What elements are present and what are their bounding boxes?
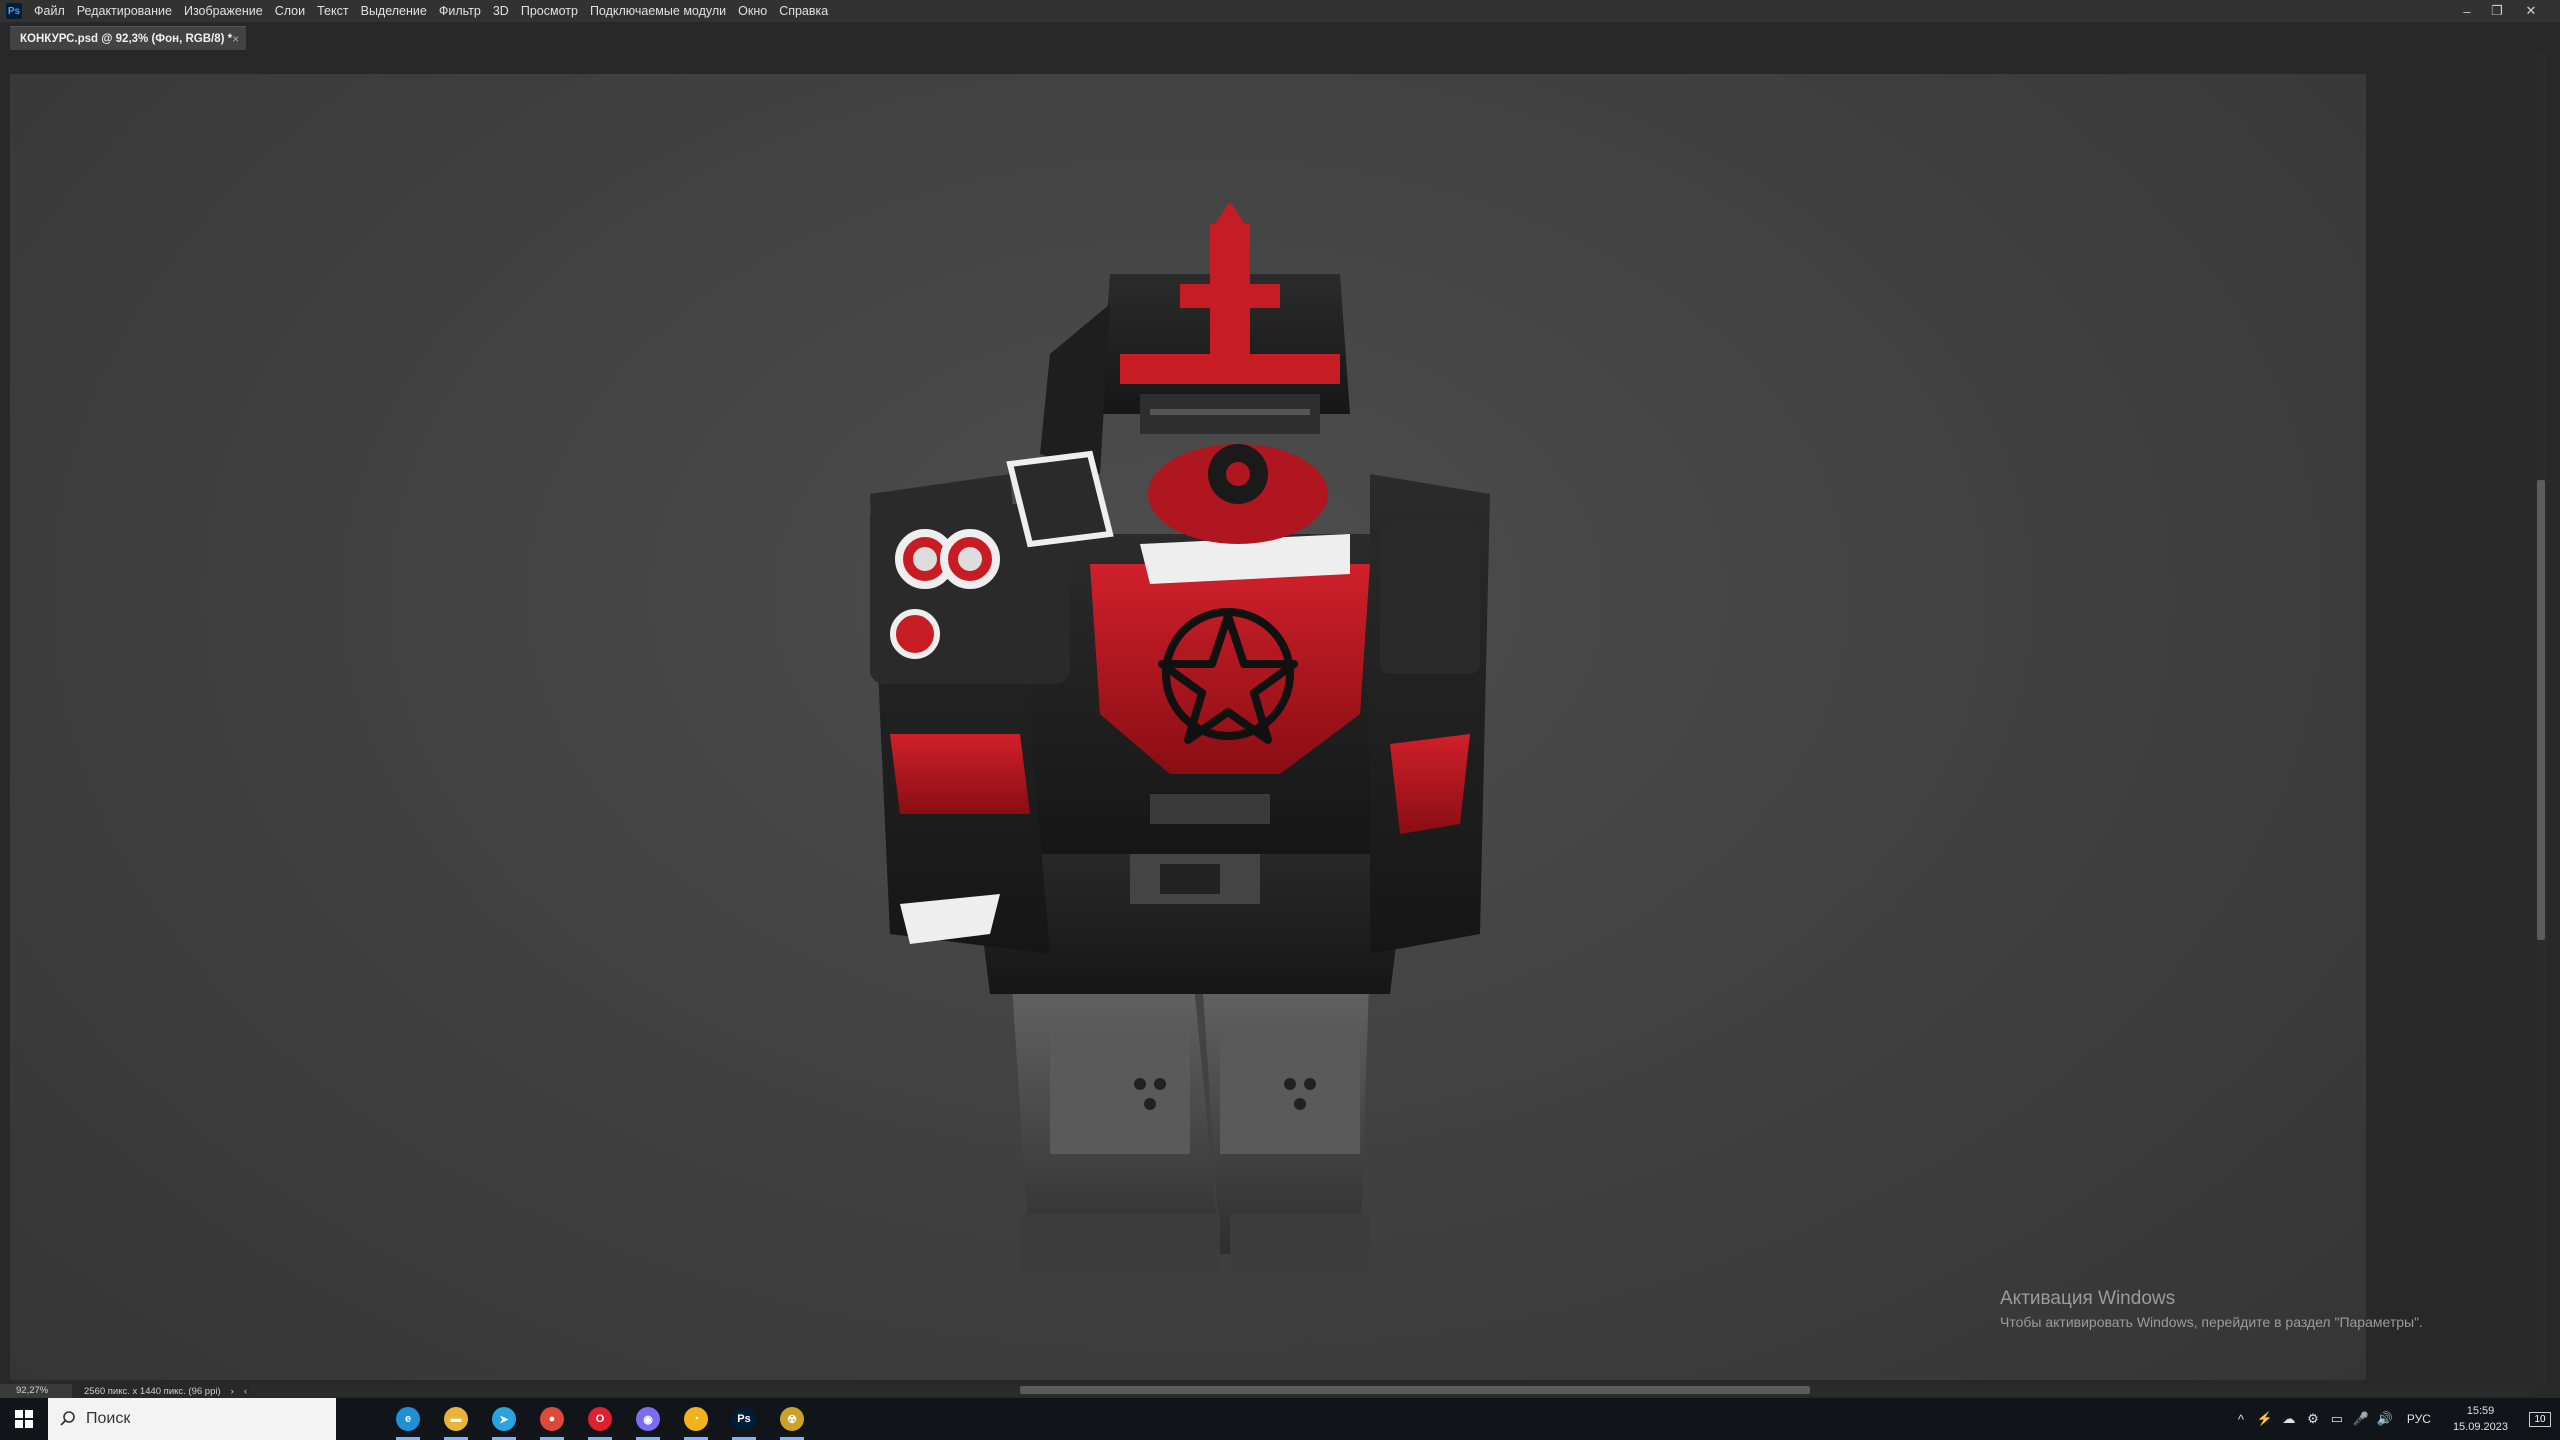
taskbar-search-box[interactable]: Поиск bbox=[48, 1398, 336, 1440]
menu-layers[interactable]: Слои bbox=[269, 0, 311, 22]
tray-overflow-icon[interactable]: ^ bbox=[2229, 1412, 2253, 1427]
tray-settings-icon[interactable]: ⚙ bbox=[2301, 1411, 2325, 1427]
close-button[interactable]: ✕ bbox=[2516, 0, 2546, 22]
taskbar-app-opera[interactable]: O bbox=[576, 1398, 624, 1440]
windows-activation-watermark: Активация Windows Чтобы активировать Win… bbox=[2000, 1288, 2423, 1330]
clock-time: 15:59 bbox=[2466, 1405, 2495, 1417]
armor-character-image bbox=[870, 202, 1490, 1274]
menu-edit[interactable]: Редактирование bbox=[71, 0, 178, 22]
menu-plugins[interactable]: Подключаемые модули bbox=[584, 0, 732, 22]
discord-icon: ◉ bbox=[636, 1407, 660, 1431]
horizontal-scrollbar-thumb[interactable] bbox=[1020, 1386, 1810, 1394]
menu-image[interactable]: Изображение bbox=[178, 0, 269, 22]
opera-icon: O bbox=[588, 1407, 612, 1431]
document-tab-label: КОНКУРС.psd @ 92,3% (Фон, RGB/8) * bbox=[20, 32, 233, 45]
language-indicator[interactable]: РУС bbox=[2397, 1412, 2441, 1426]
explorer-icon: ▬ bbox=[444, 1407, 468, 1431]
activation-title: Активация Windows bbox=[2000, 1288, 2176, 1309]
tray-power-icon[interactable]: ⚡ bbox=[2253, 1411, 2277, 1427]
start-button[interactable] bbox=[0, 1398, 48, 1440]
menu-filter[interactable]: Фильтр bbox=[433, 0, 487, 22]
clock[interactable]: 15:59 15.09.2023 bbox=[2441, 1403, 2520, 1435]
search-icon bbox=[60, 1411, 75, 1426]
taskbar: Поиск e ▬ ➤ ● O ◉ ◔ Ps ☢ ^ ⚡ ☁ ⚙ ▭ 🎤 🔊 РУС 15:59… bbox=[0, 1398, 2560, 1440]
notification-count: 10 bbox=[2529, 1411, 2551, 1427]
tray-network-icon[interactable]: ▭ bbox=[2325, 1411, 2349, 1427]
taskbar-app-game[interactable]: ☢ bbox=[768, 1398, 816, 1440]
menu-file[interactable]: Файл bbox=[28, 0, 71, 22]
scroll-left-arrow-icon[interactable]: ‹ bbox=[244, 1386, 247, 1397]
menu-help[interactable]: Справка bbox=[773, 0, 834, 22]
notification-center-button[interactable]: 10 bbox=[2520, 1398, 2560, 1440]
system-tray: ^ ⚡ ☁ ⚙ ▭ 🎤 🔊 РУС 15:59 15.09.2023 10 bbox=[2229, 1398, 2560, 1440]
tray-cloud-icon[interactable]: ☁ bbox=[2277, 1411, 2301, 1427]
vertical-scrollbar-thumb[interactable] bbox=[2537, 480, 2545, 940]
search-placeholder: Поиск bbox=[86, 1410, 131, 1427]
menu-type[interactable]: Текст bbox=[311, 0, 354, 22]
taskbar-app-photoshop[interactable]: Ps bbox=[720, 1398, 768, 1440]
close-icon[interactable]: × bbox=[232, 32, 239, 46]
chrome-icon: ● bbox=[540, 1407, 564, 1431]
status-bar: 92,27% 2560 пикс. x 1440 пикс. (96 ppi) … bbox=[0, 1384, 250, 1398]
taskbar-app-edge[interactable]: e bbox=[384, 1398, 432, 1440]
menu-select[interactable]: Выделение bbox=[355, 0, 433, 22]
document-info: 2560 пикс. x 1440 пикс. (96 ppi) bbox=[84, 1385, 221, 1397]
yandex-icon: ◔ bbox=[684, 1407, 708, 1431]
taskbar-app-yandex[interactable]: ◔ bbox=[672, 1398, 720, 1440]
document-tab-bar: КОНКУРС.psd @ 92,3% (Фон, RGB/8) * × bbox=[0, 22, 2560, 50]
taskbar-app-chrome[interactable]: ● bbox=[528, 1398, 576, 1440]
tray-microphone-icon[interactable]: 🎤 bbox=[2349, 1411, 2373, 1427]
zoom-level[interactable]: 92,27% bbox=[0, 1384, 72, 1398]
game-icon: ☢ bbox=[780, 1407, 804, 1431]
restore-button[interactable]: ❐ bbox=[2482, 0, 2512, 22]
clock-date: 15.09.2023 bbox=[2452, 1421, 2508, 1433]
document-tab[interactable]: КОНКУРС.psd @ 92,3% (Фон, RGB/8) * × bbox=[10, 26, 246, 50]
menu-bar: Ps Файл Редактирование Изображение Слои … bbox=[0, 0, 2560, 22]
menu-3d[interactable]: 3D bbox=[487, 0, 515, 22]
edge-icon: e bbox=[396, 1407, 420, 1431]
status-menu-arrow-icon[interactable]: › bbox=[231, 1386, 234, 1397]
photoshop-icon: Ps bbox=[732, 1407, 756, 1431]
taskbar-app-discord[interactable]: ◉ bbox=[624, 1398, 672, 1440]
taskbar-app-explorer[interactable]: ▬ bbox=[432, 1398, 480, 1440]
photoshop-logo-icon[interactable]: Ps bbox=[6, 3, 22, 19]
windows-logo-icon bbox=[15, 1410, 33, 1428]
document-canvas[interactable] bbox=[10, 74, 2366, 1380]
tray-volume-icon[interactable]: 🔊 bbox=[2373, 1411, 2397, 1427]
activation-subtitle: Чтобы активировать Windows, перейдите в … bbox=[2000, 1314, 2423, 1330]
menu-window[interactable]: Окно bbox=[732, 0, 773, 22]
minimize-button[interactable]: – bbox=[2452, 0, 2482, 22]
menu-view[interactable]: Просмотр bbox=[515, 0, 584, 22]
taskbar-app-telegram[interactable]: ➤ bbox=[480, 1398, 528, 1440]
telegram-icon: ➤ bbox=[492, 1407, 516, 1431]
